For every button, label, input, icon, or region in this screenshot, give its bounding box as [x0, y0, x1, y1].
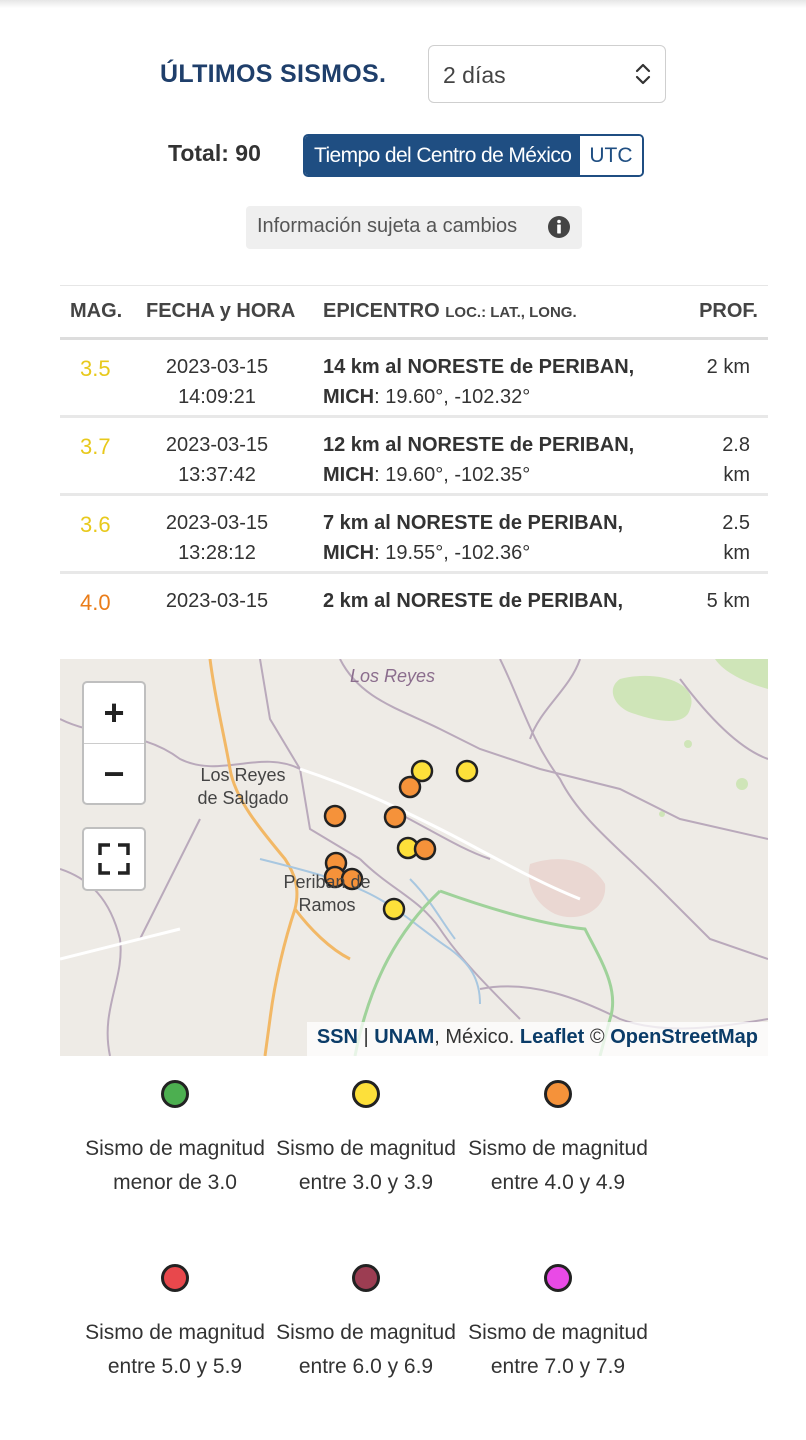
row-date: 2023-03-15 [165, 356, 269, 378]
row-time: 14:09:21 [178, 386, 256, 408]
map-tiles [60, 659, 768, 1056]
info-notice-text: Información sujeta a cambios [257, 215, 518, 237]
row-prof: 5 km [706, 590, 750, 612]
row-datetime: 2023-03-15 13:28:12 [142, 508, 292, 568]
earthquake-marker [455, 759, 479, 783]
row-time: 13:28:12 [178, 542, 256, 564]
table-row[interactable]: 3.5 2023-03-15 14:09:21 14 km al NORESTE … [60, 340, 768, 418]
green-dot-icon [161, 1080, 189, 1108]
timezone-option-mexico[interactable]: Tiempo del Centro de México [305, 136, 581, 175]
table-row[interactable]: 4.0 2023-03-15 2 km al NORESTE de PERIBA… [60, 574, 768, 624]
earthquake-marker [383, 805, 407, 829]
map-label-los-reyes: Los Reyes [350, 666, 436, 686]
legend-item: Sismo de magnitud menor de 3.0 [80, 1075, 270, 1200]
row-epicentro: 7 km al NORESTE de PERIBAN, MICH: 19.55°… [323, 508, 663, 568]
legend-text: Sismo de magnitud entre 4.0 y 4.9 [468, 1137, 648, 1194]
row-date: 2023-03-15 [165, 434, 269, 456]
timezone-option-utc[interactable]: UTC [580, 136, 642, 175]
attribution-ssn-link[interactable]: SSN [317, 1026, 358, 1048]
legend-item: Sismo de magnitud entre 3.0 y 3.9 [271, 1075, 461, 1200]
magenta-dot-icon [544, 1264, 572, 1292]
top-shadow [0, 0, 806, 8]
legend-item: Sismo de magnitud entre 7.0 y 7.9 [463, 1259, 653, 1384]
row-place: 2 km al NORESTE de PERIBAN, [323, 590, 624, 612]
attribution-osm-link[interactable]: OpenStreetMap [610, 1026, 758, 1048]
period-select-value: 2 días [443, 62, 506, 88]
info-icon[interactable] [547, 215, 571, 245]
fullscreen-button[interactable] [82, 827, 146, 891]
legend-text: Sismo de magnitud entre 5.0 y 5.9 [85, 1321, 265, 1378]
chevron-updown-icon [633, 62, 653, 92]
zoom-control: + − [82, 681, 146, 805]
column-loc-label: LOC.: LAT., LONG. [445, 304, 577, 321]
table-header: MAG. FECHA y HORA EPICENTRO LOC.: LAT., … [60, 285, 768, 340]
maroon-dot-icon [352, 1264, 380, 1292]
earthquake-marker [323, 804, 347, 828]
row-date: 2023-03-15 [165, 512, 269, 534]
earthquake-marker [398, 775, 422, 799]
attribution-unam-link[interactable]: UNAM [374, 1026, 434, 1048]
row-datetime: 2023-03-15 13:37:42 [142, 430, 292, 490]
zoom-in-button[interactable]: + [84, 683, 144, 744]
row-prof: 2 km [706, 356, 750, 378]
timezone-toggle: Tiempo del Centro de México UTC [303, 134, 644, 177]
attribution-leaflet-link[interactable]: Leaflet [520, 1026, 584, 1048]
column-mag: MAG. [70, 300, 123, 322]
row-epicentro: 2 km al NORESTE de PERIBAN, [323, 586, 663, 616]
legend-text: Sismo de magnitud entre 7.0 y 7.9 [468, 1321, 648, 1378]
earthquake-marker [413, 837, 437, 861]
row-datetime: 2023-03-15 14:09:21 [142, 352, 292, 412]
legend-text: Sismo de magnitud entre 6.0 y 6.9 [276, 1321, 456, 1378]
row-epicentro: 14 km al NORESTE de PERIBAN, MICH: 19.60… [323, 352, 663, 412]
map-label-los-reyes-salgado: Los Reyes de Salgado [197, 765, 289, 808]
earthquake-marker [382, 897, 406, 921]
row-coords: : 19.60°, -102.32° [374, 386, 531, 408]
fullscreen-icon [98, 843, 130, 875]
row-coords: : 19.55°, -102.36° [374, 542, 531, 564]
legend-text: Sismo de magnitud menor de 3.0 [85, 1137, 265, 1194]
column-epicentro: EPICENTRO LOC.: LAT., LONG. [323, 300, 577, 323]
legend-text: Sismo de magnitud entre 3.0 y 3.9 [276, 1137, 456, 1194]
row-datetime: 2023-03-15 [142, 586, 292, 616]
column-prof: PROF. [699, 300, 758, 322]
attribution-mexico: , México. [434, 1026, 520, 1048]
row-mag: 3.5 [80, 356, 111, 381]
map-attribution: SSN | UNAM, México. Leaflet © OpenStreet… [306, 1022, 768, 1056]
yellow-dot-icon [352, 1080, 380, 1108]
red-dot-icon [161, 1264, 189, 1292]
total-count: Total: 90 [168, 140, 261, 166]
legend-item: Sismo de magnitud entre 5.0 y 5.9 [80, 1259, 270, 1384]
row-time: 13:37:42 [178, 464, 256, 486]
row-prof: 2.8 km [722, 434, 750, 486]
page-title: ÚLTIMOS SISMOS. [160, 60, 387, 88]
earthquake-map[interactable]: Los Reyes Los Reyes de Salgado Periban d… [60, 659, 768, 1056]
map-label-periban: Periban de Ramos [283, 872, 371, 915]
orange-dot-icon [544, 1080, 572, 1108]
attribution-copyright: © [584, 1026, 611, 1048]
info-notice: Información sujeta a cambios [246, 206, 582, 249]
legend-item: Sismo de magnitud entre 6.0 y 6.9 [271, 1259, 461, 1384]
row-epicentro: 12 km al NORESTE de PERIBAN, MICH: 19.60… [323, 430, 663, 490]
row-mag: 3.7 [80, 434, 111, 459]
column-date: FECHA y HORA [146, 300, 296, 322]
attribution-separator: | [357, 1026, 375, 1048]
row-date: 2023-03-15 [165, 590, 269, 612]
row-prof: 2.5 km [722, 512, 750, 564]
period-select[interactable]: 2 días [428, 45, 666, 103]
legend-item: Sismo de magnitud entre 4.0 y 4.9 [463, 1075, 653, 1200]
row-mag: 3.6 [80, 512, 111, 537]
zoom-out-button[interactable]: − [84, 744, 144, 804]
column-epicentro-label: EPICENTRO [323, 300, 440, 322]
row-coords: : 19.60°, -102.35° [374, 464, 531, 486]
table-row[interactable]: 3.7 2023-03-15 13:37:42 12 km al NORESTE … [60, 418, 768, 496]
row-mag: 4.0 [80, 590, 111, 615]
table-row[interactable]: 3.6 2023-03-15 13:28:12 7 km al NORESTE d… [60, 496, 768, 574]
